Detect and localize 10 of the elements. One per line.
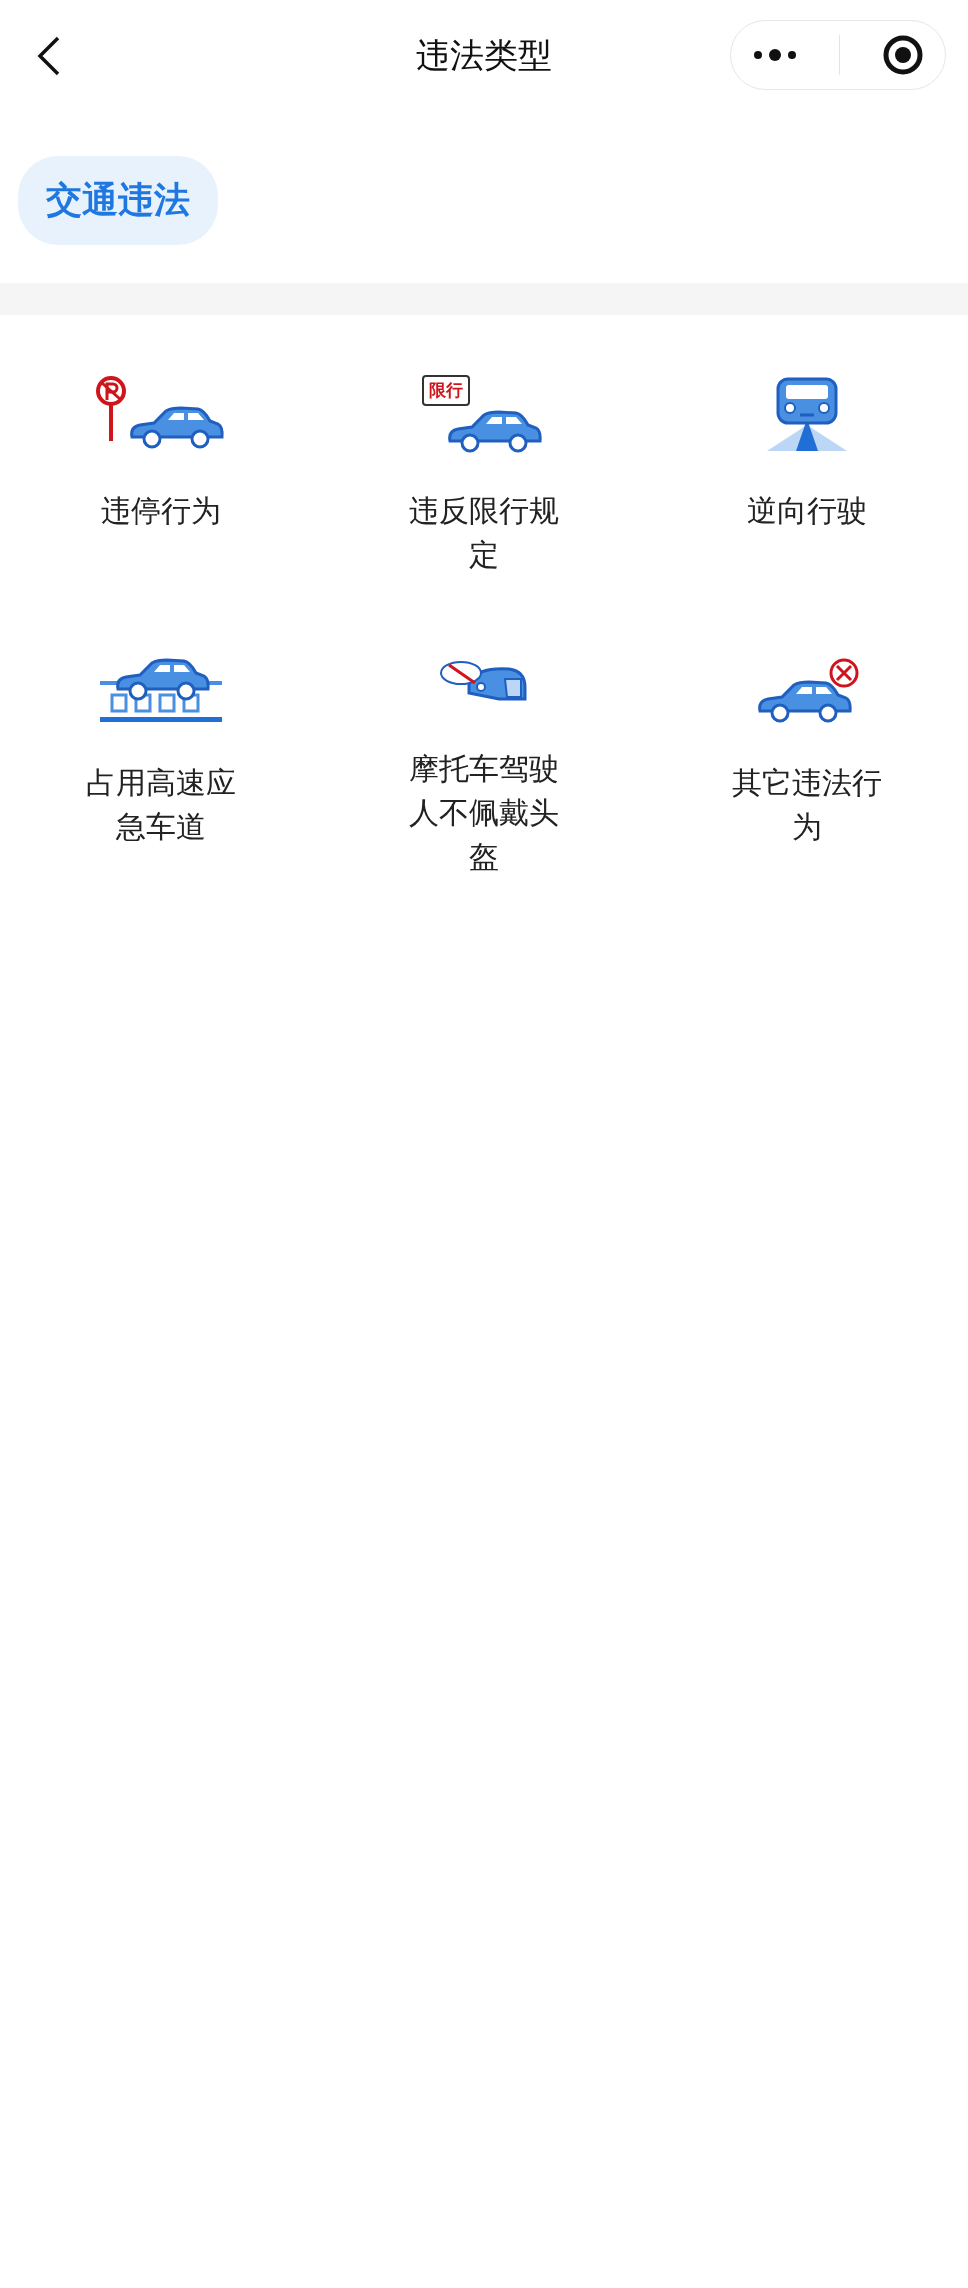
more-icon[interactable] [751, 48, 798, 62]
category-label[interactable]: 其它违法行为 [728, 761, 885, 849]
category-label[interactable]: 违反限行规定 [406, 489, 562, 577]
page-title: 违法类型 [416, 34, 552, 77]
category-tab[interactable]: 交通违法 [18, 156, 218, 245]
close-target-icon[interactable] [882, 34, 925, 76]
category-label[interactable]: 摩托车驾驶人不佩戴头盔 [406, 747, 562, 879]
category-label[interactable]: 违停行为 [83, 489, 240, 533]
category-label[interactable]: 逆向行驶 [728, 489, 885, 533]
category-label[interactable]: 占用高速应急车道 [83, 761, 240, 849]
